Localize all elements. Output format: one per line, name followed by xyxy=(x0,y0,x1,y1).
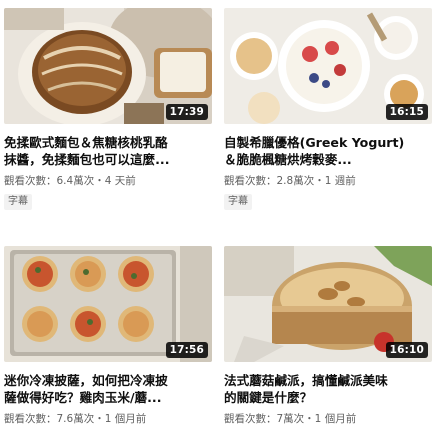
video-thumbnail[interactable]: 17:56 xyxy=(4,246,212,362)
video-card[interactable]: 16:15 自製希臘優格(Greek Yogurt) ＆脆脆楓糖烘烤穀麥... … xyxy=(224,8,432,210)
video-duration: 16:10 xyxy=(385,342,428,358)
video-thumbnail[interactable]: 16:10 xyxy=(224,246,432,362)
video-title[interactable]: 迷你冷凍披薩，如何把冷凍披 薩做得好吃？雞肉玉米/蘑... xyxy=(4,372,212,406)
video-title[interactable]: 法式蘑菇鹹派，搞懂鹹派美味 的關鍵是什麼？ xyxy=(224,372,432,406)
video-card[interactable]: 17:39 免揉歐式麵包＆焦糖核桃乳酪 抹醬，免揉麵包也可以這麼... 觀看次數… xyxy=(4,8,212,210)
video-card[interactable]: 17:56 迷你冷凍披薩，如何把冷凍披 薩做得好吃？雞肉玉米/蘑... 觀看次數… xyxy=(4,246,212,426)
video-duration: 16:15 xyxy=(385,104,428,120)
subtitle-badge: 字幕 xyxy=(4,194,32,210)
video-meta: 觀看次數：6.4萬次・4 天前 xyxy=(4,175,136,187)
video-duration: 17:56 xyxy=(165,342,208,358)
video-thumbnail[interactable]: 17:39 xyxy=(4,8,212,124)
video-meta: 觀看次數：7.6萬次・1 個月前 xyxy=(4,413,147,425)
subtitle-badge: 字幕 xyxy=(224,194,252,210)
video-title[interactable]: 免揉歐式麵包＆焦糖核桃乳酪 抹醬，免揉麵包也可以這麼... xyxy=(4,134,212,168)
video-thumbnail[interactable]: 16:15 xyxy=(224,8,432,124)
video-meta: 觀看次數：2.8萬次・1 週前 xyxy=(224,175,356,187)
video-title[interactable]: 自製希臘優格(Greek Yogurt) ＆脆脆楓糖烘烤穀麥... xyxy=(224,134,432,168)
video-meta: 觀看次數：7萬次・1 個月前 xyxy=(224,413,357,425)
video-duration: 17:39 xyxy=(165,104,208,120)
video-card[interactable]: 16:10 法式蘑菇鹹派，搞懂鹹派美味 的關鍵是什麼？ 觀看次數：7萬次・1 個… xyxy=(224,246,432,426)
